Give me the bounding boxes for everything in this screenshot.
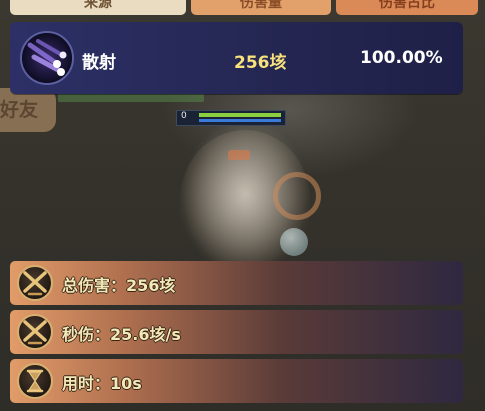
mana-fill: [199, 119, 281, 122]
skill-damage-row: 散射 256垓 100.00%: [10, 22, 463, 94]
total-damage-row: 总伤害：256垓: [10, 261, 463, 305]
skill-damage-value: 256垓: [234, 53, 287, 73]
damage-column-tabs: 来源 伤害量 伤害占比: [10, 0, 478, 17]
dps-row: 秒伤：25.6垓/s: [10, 310, 463, 354]
hero-crown: [228, 150, 250, 160]
tab-source[interactable]: 来源: [10, 0, 186, 15]
meteor-scatter-icon: [20, 31, 74, 85]
tab-damage-amount[interactable]: 伤害量: [191, 0, 331, 15]
duration-row: 用时：10s: [10, 359, 463, 403]
crossed-swords-icon: [17, 314, 53, 350]
hero-ring-ornament: [273, 172, 321, 220]
health-fill: [199, 113, 281, 117]
total-damage-label: 总伤害：256垓: [62, 276, 176, 295]
dps-label: 秒伤：25.6垓/s: [62, 325, 181, 344]
hourglass-icon: [17, 363, 53, 399]
unit-health-bar: 0: [176, 110, 286, 126]
tab-damage-ratio[interactable]: 伤害占比: [336, 0, 478, 15]
skill-name: 散射: [82, 53, 116, 73]
friend-button[interactable]: 好友: [0, 88, 56, 132]
duration-label: 用时：10s: [62, 374, 142, 393]
skill-damage-percent: 100.00%: [360, 48, 443, 68]
crossed-swords-icon: [17, 265, 53, 301]
unit-level: 0: [181, 111, 187, 121]
hero-orb: [280, 228, 308, 256]
